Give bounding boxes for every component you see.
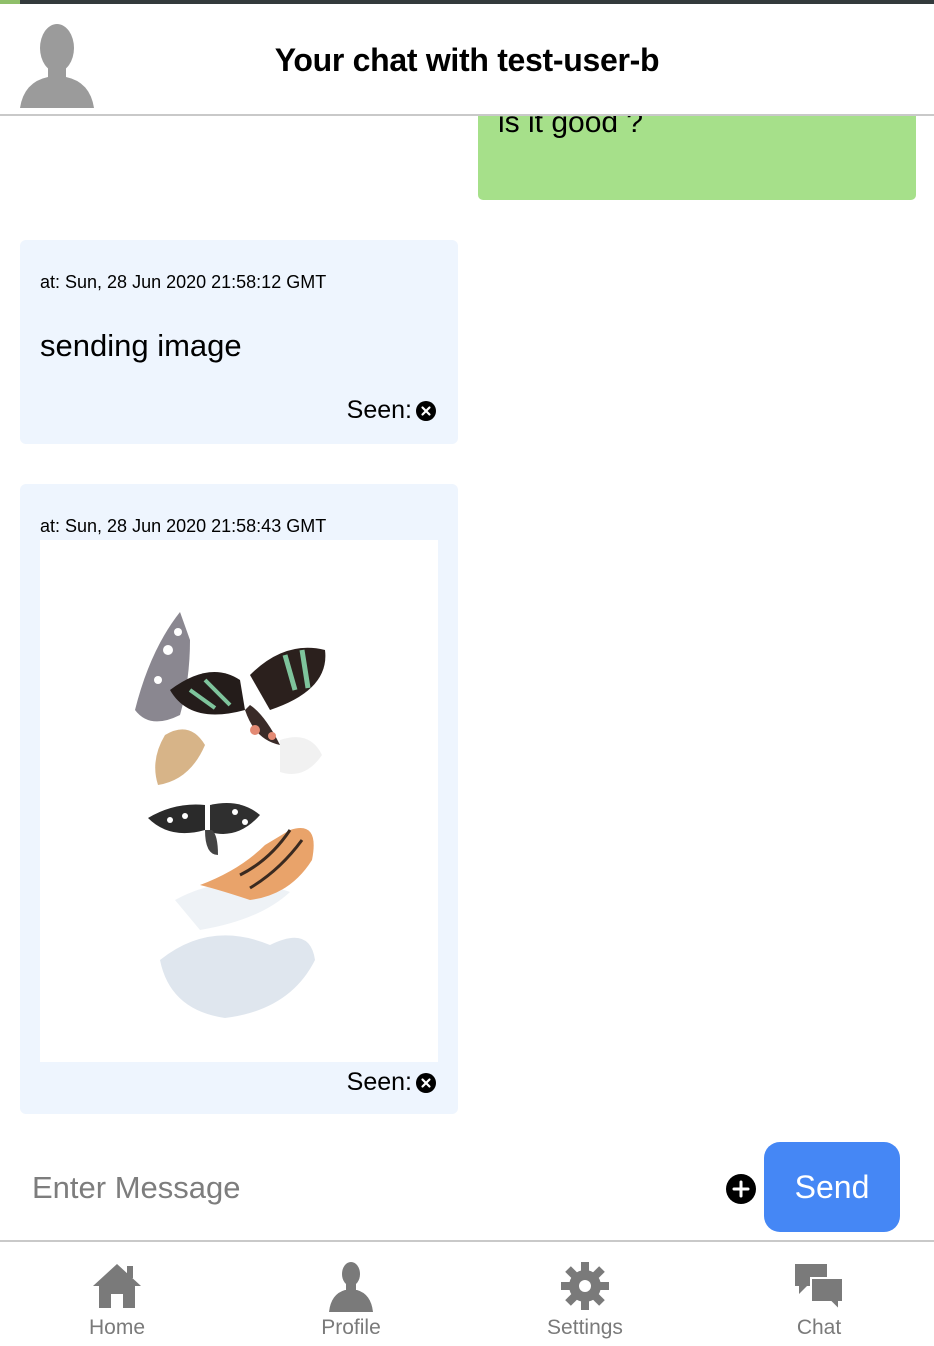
tab-settings[interactable]: Settings: [468, 1242, 702, 1346]
home-icon: [93, 1264, 141, 1308]
message-timestamp: at: Sun, 28 Jun 2020 21:58:43 GMT: [40, 516, 327, 536]
bottom-tab-bar: Home Profile Settings Chat: [0, 1240, 934, 1346]
chat-header: Your chat with test-user-b: [0, 4, 934, 116]
tab-label: Profile: [321, 1316, 381, 1339]
chat-icon: [795, 1264, 844, 1313]
gear-icon: [561, 1262, 609, 1310]
tab-profile[interactable]: Profile: [234, 1242, 468, 1346]
tab-home[interactable]: Home: [0, 1242, 234, 1346]
tab-label: Home: [88, 1316, 146, 1339]
message-text: sending image: [40, 328, 242, 363]
send-button[interactable]: Send: [764, 1142, 900, 1232]
incoming-image-message: at: Sun, 28 Jun 2020 21:58:43 GMT Seen:: [20, 484, 458, 1114]
seen-status: Seen:: [347, 396, 436, 425]
butterflies-image[interactable]: [40, 540, 438, 1062]
seen-status: Seen:: [347, 1068, 436, 1097]
tab-label: Chat: [796, 1316, 842, 1339]
message-input[interactable]: [30, 1162, 704, 1214]
message-list[interactable]: is it good ? at: Sun, 28 Jun 2020 21:58:…: [0, 116, 934, 1136]
message-text: is it good ?: [498, 116, 644, 139]
message-timestamp: at: Sun, 28 Jun 2020 21:58:12 GMT: [40, 272, 327, 292]
message-composer: Send: [0, 1136, 934, 1240]
close-circle-icon: [416, 1072, 436, 1093]
tab-label: Settings: [547, 1316, 623, 1339]
page-title: Your chat with test-user-b: [274, 42, 660, 78]
tab-chat[interactable]: Chat: [702, 1242, 934, 1346]
seen-label: Seen:: [346, 1068, 412, 1096]
incoming-message: at: Sun, 28 Jun 2020 21:58:12 GMT sendin…: [20, 240, 458, 444]
seen-label: Seen:: [346, 396, 412, 424]
plus-circle-icon[interactable]: [726, 1174, 756, 1204]
outgoing-message: is it good ?: [478, 116, 916, 200]
close-circle-icon: [416, 400, 436, 421]
profile-icon: [329, 1262, 373, 1312]
